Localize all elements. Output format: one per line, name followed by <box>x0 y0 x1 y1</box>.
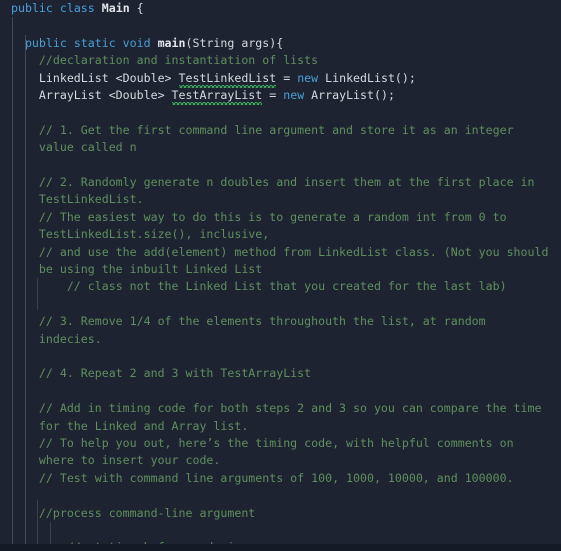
code-keyword: public static void <box>24 35 158 50</box>
code-line[interactable]: // and use the add(element) method from … <box>0 244 561 279</box>
code-text: = <box>262 87 284 102</box>
code-line[interactable]: //declaration and instantiation of lists <box>0 52 561 69</box>
code-blank-line[interactable] <box>0 487 561 504</box>
code-comment: // 3. Remove 1/4 of the elements through… <box>38 314 493 346</box>
code-comment: // and use the add(element) method from … <box>38 244 556 276</box>
code-editor[interactable]: public class Main { public static void ma… <box>0 0 561 551</box>
code-line[interactable]: // 4. Repeat 2 and 3 with TestArrayList <box>0 365 561 382</box>
code-identifier: Main <box>101 1 130 15</box>
code-comment: // Add in timing code for both steps 2 a… <box>38 401 549 433</box>
editor-bottom-bar <box>0 544 561 551</box>
code-identifier-misspelled: TestLinkedList <box>178 70 277 85</box>
code-blank-line[interactable] <box>0 348 561 365</box>
code-text: { <box>129 1 144 15</box>
code-comment: // 2. Randomly generate n doubles and in… <box>38 174 542 207</box>
code-content[interactable]: public class Main { public static void ma… <box>0 0 561 551</box>
code-line[interactable]: public static void main(String args){ <box>0 35 561 52</box>
code-keyword: new <box>297 70 319 85</box>
code-line[interactable]: // To help you out, here’s the timing co… <box>0 435 561 470</box>
code-comment: // To help you out, here’s the timing co… <box>38 435 521 468</box>
code-text: ArrayList <Double> <box>38 87 172 102</box>
code-comment: // 1. Get the first command line argumen… <box>38 122 521 155</box>
code-blank-line[interactable] <box>0 157 561 174</box>
code-line[interactable]: // 3. Remove 1/4 of the elements through… <box>0 313 561 348</box>
code-text: (String args){ <box>185 35 284 50</box>
code-line[interactable]: // 1. Get the first command line argumen… <box>0 122 561 157</box>
code-blank-line[interactable] <box>0 522 561 539</box>
code-text: ArrayList(); <box>304 87 395 102</box>
code-identifier-misspelled: TestArrayList <box>171 87 263 102</box>
code-keyword: new <box>283 87 305 102</box>
code-comment: // Test with command line arguments of 1… <box>38 470 514 485</box>
code-text: = <box>276 70 298 85</box>
code-comment: //process command-line argument <box>38 505 256 520</box>
code-comment: //declaration and instantiation of lists <box>38 53 319 68</box>
code-identifier: main <box>157 35 186 50</box>
code-blank-line[interactable] <box>0 17 561 34</box>
code-line[interactable]: // Test with command line arguments of 1… <box>0 470 561 487</box>
code-blank-line[interactable] <box>0 104 561 121</box>
code-comment: // The easiest way to do this is to gene… <box>38 209 514 242</box>
code-line[interactable]: // class not the Linked List that you cr… <box>0 278 561 295</box>
code-line[interactable]: LinkedList <Double> TestLinkedList = new… <box>0 70 561 87</box>
code-line[interactable]: ArrayList <Double> TestArrayList = new A… <box>0 87 561 104</box>
code-line[interactable]: // Add in timing code for both steps 2 a… <box>0 400 561 435</box>
code-line[interactable]: //process command-line argument <box>0 505 561 522</box>
code-blank-line[interactable] <box>0 383 561 400</box>
code-comment: // class not the Linked List that you cr… <box>66 279 507 294</box>
code-keyword: public class <box>11 1 102 15</box>
code-line[interactable]: public class Main { <box>0 0 561 17</box>
code-blank-line[interactable] <box>0 296 561 313</box>
code-line[interactable]: // The easiest way to do this is to gene… <box>0 209 561 244</box>
code-comment: // 4. Repeat 2 and 3 with TestArrayList <box>38 366 312 381</box>
code-text: LinkedList <Double> <box>38 70 179 85</box>
code-text: LinkedList(); <box>318 70 416 85</box>
code-line[interactable]: // 2. Randomly generate n doubles and in… <box>0 174 561 209</box>
